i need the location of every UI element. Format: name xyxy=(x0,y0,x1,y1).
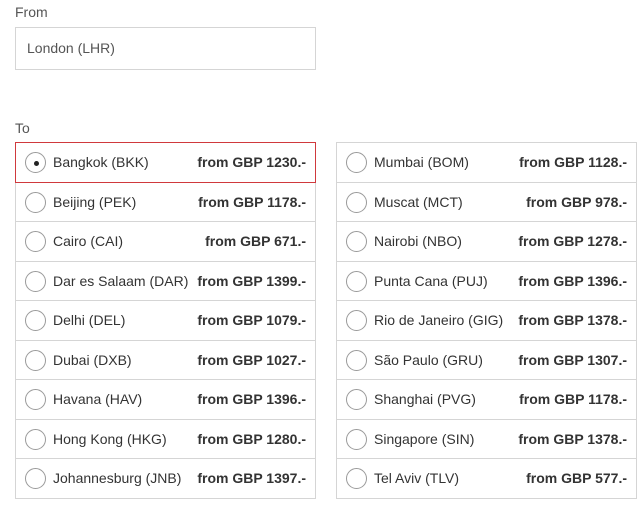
destination-price: from GBP 978.- xyxy=(526,193,627,210)
radio-button[interactable] xyxy=(25,389,46,411)
destination-city: Rio de Janeiro (GIG) xyxy=(374,312,504,329)
destination-option[interactable]: São Paulo (GRU) from GBP 1307.- xyxy=(336,339,637,380)
destination-city: Singapore (SIN) xyxy=(374,430,475,447)
destination-city: Shanghai (PVG) xyxy=(374,391,476,408)
radio-button[interactable] xyxy=(25,270,46,292)
destination-option[interactable]: Hong Kong (HKG) from GBP 1280.- xyxy=(15,418,316,459)
destination-list-right: Mumbai (BOM) from GBP 1128.- Muscat (MCT) f… xyxy=(336,142,637,499)
destination-option[interactable]: Cairo (CAI) from GBP 671.- xyxy=(15,221,316,262)
radio-button[interactable] xyxy=(346,152,367,174)
radio-button[interactable] xyxy=(346,428,367,450)
destination-price: from GBP 1378.- xyxy=(518,312,627,329)
radio-selected-dot-icon xyxy=(34,161,39,167)
destination-option[interactable]: Havana (HAV) from GBP 1396.- xyxy=(15,379,316,420)
destination-price: from GBP 1079.- xyxy=(197,312,306,329)
destination-option[interactable]: Dar es Salaam (DAR) from GBP 1399.- xyxy=(15,260,316,301)
destination-city: São Paulo (GRU) xyxy=(374,351,483,368)
destination-city: Johannesburg (JNB) xyxy=(53,470,182,487)
destination-option[interactable]: Rio de Janeiro (GIG) from GBP 1378.- xyxy=(336,300,637,341)
radio-button[interactable] xyxy=(25,349,46,371)
destination-price: from GBP 1396.- xyxy=(197,391,306,408)
destination-price: from GBP 1397.- xyxy=(197,470,306,487)
radio-button[interactable] xyxy=(346,310,367,332)
radio-button[interactable] xyxy=(25,231,46,253)
radio-button[interactable] xyxy=(25,152,46,174)
destination-city: Dubai (DXB) xyxy=(53,351,132,368)
destination-city: Bangkok (BKK) xyxy=(53,154,149,171)
to-label: To xyxy=(15,120,30,136)
destination-city: Delhi (DEL) xyxy=(53,312,126,329)
destination-price: from GBP 1278.- xyxy=(518,233,627,250)
destination-city: Nairobi (NBO) xyxy=(374,233,462,250)
destination-option[interactable]: Delhi (DEL) from GBP 1079.- xyxy=(15,300,316,341)
destination-price: from GBP 1027.- xyxy=(197,351,306,368)
radio-button[interactable] xyxy=(25,468,46,490)
destination-price: from GBP 1128.- xyxy=(519,154,627,171)
destination-city: Cairo (CAI) xyxy=(53,233,124,250)
radio-button[interactable] xyxy=(346,270,367,292)
from-label: From xyxy=(15,4,48,20)
destination-option[interactable]: Beijing (PEK) from GBP 1178.- xyxy=(15,181,316,222)
destination-city: Beijing (PEK) xyxy=(53,193,137,210)
destination-option[interactable]: Bangkok (BKK) from GBP 1230.- xyxy=(15,142,316,183)
destination-price: from GBP 1307.- xyxy=(518,351,627,368)
from-field[interactable]: London (LHR) xyxy=(15,27,316,70)
destination-option[interactable]: Nairobi (NBO) from GBP 1278.- xyxy=(336,221,637,262)
destination-price: from GBP 1178.- xyxy=(519,391,627,408)
radio-button[interactable] xyxy=(25,191,46,213)
destination-option[interactable]: Dubai (DXB) from GBP 1027.- xyxy=(15,339,316,380)
destination-city: Havana (HAV) xyxy=(53,391,143,408)
radio-button[interactable] xyxy=(25,310,46,332)
destination-city: Muscat (MCT) xyxy=(374,193,463,210)
radio-button[interactable] xyxy=(346,389,367,411)
destination-city: Hong Kong (HKG) xyxy=(53,430,167,447)
radio-button[interactable] xyxy=(346,349,367,371)
destination-city: Punta Cana (PUJ) xyxy=(374,272,488,289)
destination-option[interactable]: Mumbai (BOM) from GBP 1128.- xyxy=(336,142,637,183)
destination-option[interactable]: Muscat (MCT) from GBP 978.- xyxy=(336,181,637,222)
destination-price: from GBP 671.- xyxy=(205,233,306,250)
destination-city: Mumbai (BOM) xyxy=(374,154,469,171)
destination-option[interactable]: Punta Cana (PUJ) from GBP 1396.- xyxy=(336,260,637,301)
destination-option[interactable]: Shanghai (PVG) from GBP 1178.- xyxy=(336,379,637,420)
destination-price: from GBP 1230.- xyxy=(197,154,306,171)
destination-option[interactable]: Johannesburg (JNB) from GBP 1397.- xyxy=(15,458,316,499)
destination-option[interactable]: Singapore (SIN) from GBP 1378.- xyxy=(336,418,637,459)
radio-button[interactable] xyxy=(346,468,367,490)
destination-price: from GBP 1378.- xyxy=(518,430,627,447)
radio-button[interactable] xyxy=(346,191,367,213)
destination-city: Tel Aviv (TLV) xyxy=(374,470,460,487)
radio-button[interactable] xyxy=(346,231,367,253)
destination-city: Dar es Salaam (DAR) xyxy=(53,272,189,289)
destination-price: from GBP 1396.- xyxy=(518,272,627,289)
destination-option[interactable]: Tel Aviv (TLV) from GBP 577.- xyxy=(336,458,637,499)
destination-price: from GBP 577.- xyxy=(526,470,627,487)
destination-price: from GBP 1399.- xyxy=(197,272,306,289)
radio-button[interactable] xyxy=(25,428,46,450)
destination-price: from GBP 1280.- xyxy=(197,430,306,447)
destination-list-left: Bangkok (BKK) from GBP 1230.- Beijing (PEK… xyxy=(15,142,316,499)
destination-price: from GBP 1178.- xyxy=(198,193,306,210)
